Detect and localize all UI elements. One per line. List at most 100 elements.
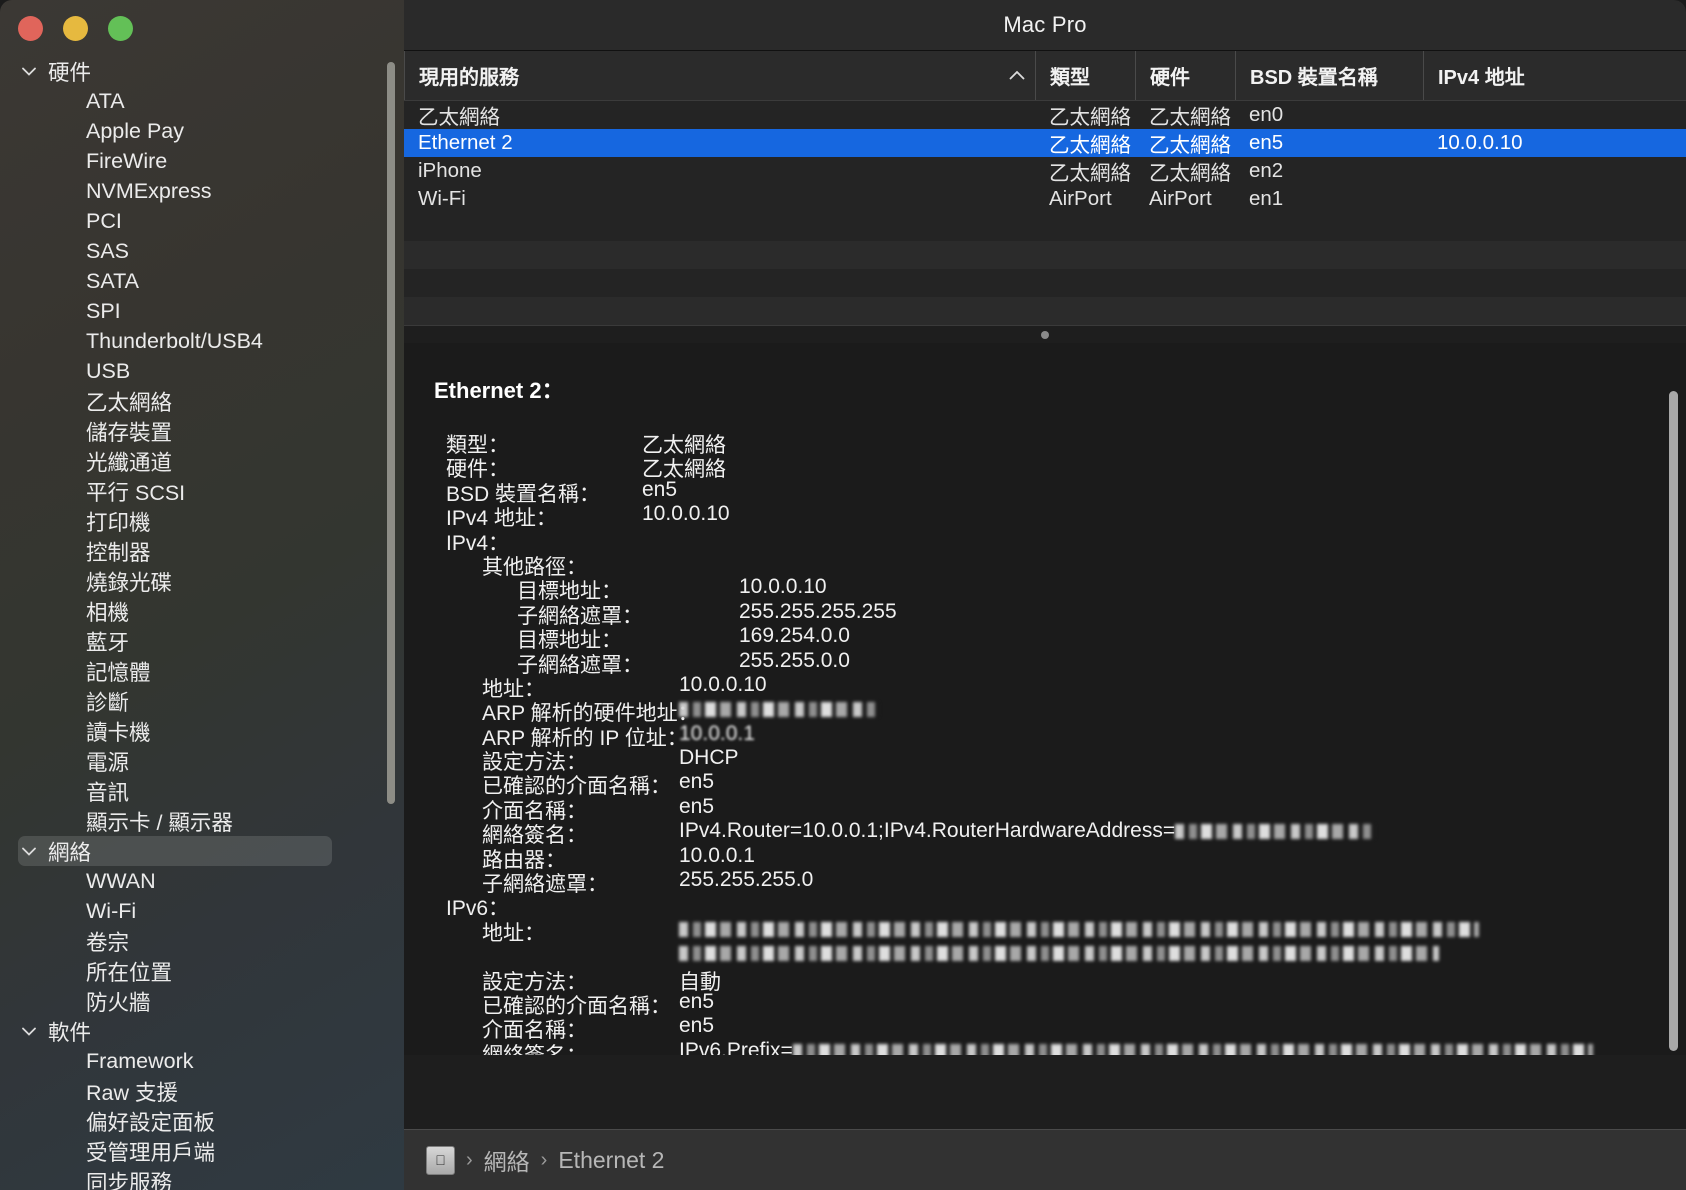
sidebar-item[interactable]: SATA	[0, 266, 404, 296]
detail-row: 網絡簽名： IPv6.Prefix=	[404, 1039, 1686, 1055]
sidebar-item-label: Thunderbolt/USB4	[86, 328, 263, 353]
detail-row: 目標地址： 169.254.0.0	[404, 624, 1686, 652]
sidebar-item[interactable]: SAS	[0, 236, 404, 266]
sidebar-item[interactable]: 音訊	[0, 776, 404, 806]
sidebar-item[interactable]: 藍牙	[0, 626, 404, 656]
detail-scrollbar[interactable]	[1669, 391, 1678, 1051]
cell-hardware: AirPort	[1149, 187, 1212, 210]
sidebar-item-label: PCI	[86, 208, 122, 233]
detail-row: 地址： 10.0.0.10	[404, 672, 1686, 701]
window-title: Mac Pro	[1003, 12, 1087, 37]
sidebar-item[interactable]: ATA	[0, 86, 404, 116]
sidebar-item[interactable]: USB	[0, 356, 404, 386]
detail-row: 硬件： 乙太網絡	[404, 453, 1686, 481]
sidebar-item[interactable]: 儲存裝置	[0, 416, 404, 446]
column-header[interactable]: BSD 裝置名稱	[1235, 51, 1423, 100]
detail-row: ARP 解析的 IP 位址： 10.0.0.1	[404, 721, 1686, 750]
sidebar-group-network[interactable]: 網絡	[18, 836, 332, 866]
table-empty-band	[404, 297, 1686, 325]
sidebar-item-label: 讀卡機	[86, 720, 151, 745]
column-header-label: 現用的服務	[419, 67, 519, 89]
sidebar-item-label: 乙太網絡	[86, 390, 173, 415]
column-header[interactable]: 現用的服務	[404, 51, 1035, 100]
sidebar-item[interactable]: NVMExpress	[0, 176, 404, 206]
pane-resize-handle[interactable]	[404, 325, 1686, 343]
sidebar-item[interactable]: 平行 SCSI	[0, 476, 404, 506]
table-row[interactable]: iPhone 乙太網絡 乙太網絡 en2	[404, 157, 1686, 185]
sidebar-item[interactable]: PCI	[0, 206, 404, 236]
sidebar-item-label: 相機	[86, 600, 130, 625]
table-row[interactable]: Wi-Fi AirPort AirPort en1	[404, 185, 1686, 213]
sidebar-item-label: 打印機	[86, 510, 151, 535]
sidebar-group-label: 硬件	[48, 60, 92, 85]
cell-type: 乙太網絡	[1049, 162, 1131, 185]
sidebar-item[interactable]: 受管理用戶端	[0, 1136, 404, 1166]
mac-pro-icon[interactable]: 	[426, 1145, 455, 1175]
sidebar-item-label: 偏好設定面板	[86, 1110, 216, 1135]
breadcrumb-item-network[interactable]: 網絡	[484, 1143, 530, 1177]
redacted-value	[1175, 824, 1376, 840]
sidebar-item[interactable]: 相機	[0, 596, 404, 626]
column-header[interactable]: 硬件	[1135, 51, 1235, 100]
sidebar-item[interactable]: 防火牆	[0, 986, 404, 1016]
detail-value: 10.0.0.1	[679, 721, 755, 745]
detail-value: en5	[642, 477, 678, 501]
detail-rows: 類型： 乙太網絡 硬件： 乙太網絡 BSD 裝置名稱： en5 IPv4 地址： 10.0.0…	[404, 429, 1686, 1055]
maximize-button[interactable]	[108, 16, 133, 41]
sidebar-item[interactable]: Framework	[0, 1046, 404, 1076]
table-row[interactable]: Ethernet 2 乙太網絡 乙太網絡 en5 10.0.0.10	[404, 129, 1686, 157]
system-information-window: 硬件 ATA Apple Pay FireWire NVMExpress PCI SAS SA…	[0, 0, 1686, 1190]
sidebar-item[interactable]: 記憶體	[0, 656, 404, 686]
cell-bsd: en2	[1249, 159, 1284, 182]
sidebar-item[interactable]: Apple Pay	[0, 116, 404, 146]
sidebar-item-label: 顯示卡 / 顯示器	[86, 810, 233, 835]
sidebar-scrollbar[interactable]	[387, 62, 395, 804]
detail-row: BSD 裝置名稱： en5	[404, 477, 1686, 506]
sidebar-item-label: SAS	[86, 238, 130, 263]
column-header[interactable]: IPv4 地址	[1423, 51, 1686, 100]
sort-ascending-icon[interactable]	[1009, 67, 1025, 84]
breadcrumb:  › 網絡 › Ethernet 2	[404, 1129, 1686, 1190]
sidebar-item[interactable]: 控制器	[0, 536, 404, 566]
sidebar-item[interactable]: WWAN	[0, 866, 404, 896]
sidebar-item[interactable]: Raw 支援	[0, 1076, 404, 1106]
sidebar-item[interactable]: Wi-Fi	[0, 896, 404, 926]
detail-value: 10.0.0.10	[679, 672, 767, 696]
breadcrumb-item-current[interactable]: Ethernet 2	[558, 1147, 664, 1174]
cell-service: 乙太網絡	[418, 106, 500, 129]
table-empty-band	[404, 269, 1686, 297]
sidebar-item[interactable]: Thunderbolt/USB4	[0, 326, 404, 356]
cell-hardware: 乙太網絡	[1149, 106, 1231, 129]
sidebar-item-label: 光纖通道	[86, 450, 173, 475]
sidebar-item[interactable]: 顯示卡 / 顯示器	[0, 806, 404, 836]
sidebar-item[interactable]: 診斷	[0, 686, 404, 716]
sidebar-item[interactable]: 讀卡機	[0, 716, 404, 746]
sidebar-group-label: 網絡	[48, 840, 92, 865]
chevron-down-icon[interactable]	[22, 67, 48, 76]
sidebar-group-software[interactable]: 軟件	[0, 1016, 404, 1046]
sidebar-item[interactable]: 卷宗	[0, 926, 404, 956]
sidebar-item[interactable]: 偏好設定面板	[0, 1106, 404, 1136]
sidebar-item[interactable]: 乙太網絡	[0, 386, 404, 416]
sidebar-item[interactable]: 打印機	[0, 506, 404, 536]
sidebar-group-hardware[interactable]: 硬件	[0, 56, 404, 86]
minimize-button[interactable]	[63, 16, 88, 41]
close-button[interactable]	[18, 16, 43, 41]
chevron-down-icon[interactable]	[22, 1027, 48, 1036]
sidebar-item[interactable]: 光纖通道	[0, 446, 404, 476]
sidebar-item[interactable]: 同步服務	[0, 1166, 404, 1190]
sidebar-item[interactable]: 燒錄光碟	[0, 566, 404, 596]
sidebar: 硬件 ATA Apple Pay FireWire NVMExpress PCI SAS SA…	[0, 0, 404, 1190]
sidebar-item[interactable]: 電源	[0, 746, 404, 776]
sidebar-item-label: FireWire	[86, 148, 168, 173]
column-header[interactable]: 類型	[1035, 51, 1135, 100]
sidebar-item[interactable]: 所在位置	[0, 956, 404, 986]
detail-row: 子網絡遮罩： 255.255.255.0	[404, 868, 1686, 896]
cell-bsd: en5	[1249, 131, 1284, 154]
sidebar-item[interactable]: SPI	[0, 296, 404, 326]
sidebar-item-label: 受管理用戶端	[86, 1140, 216, 1165]
sidebar-item-label: 防火牆	[86, 990, 151, 1015]
table-row[interactable]: 乙太網絡 乙太網絡 乙太網絡 en0	[404, 101, 1686, 129]
chevron-down-icon[interactable]	[22, 847, 48, 856]
sidebar-item[interactable]: FireWire	[0, 146, 404, 176]
